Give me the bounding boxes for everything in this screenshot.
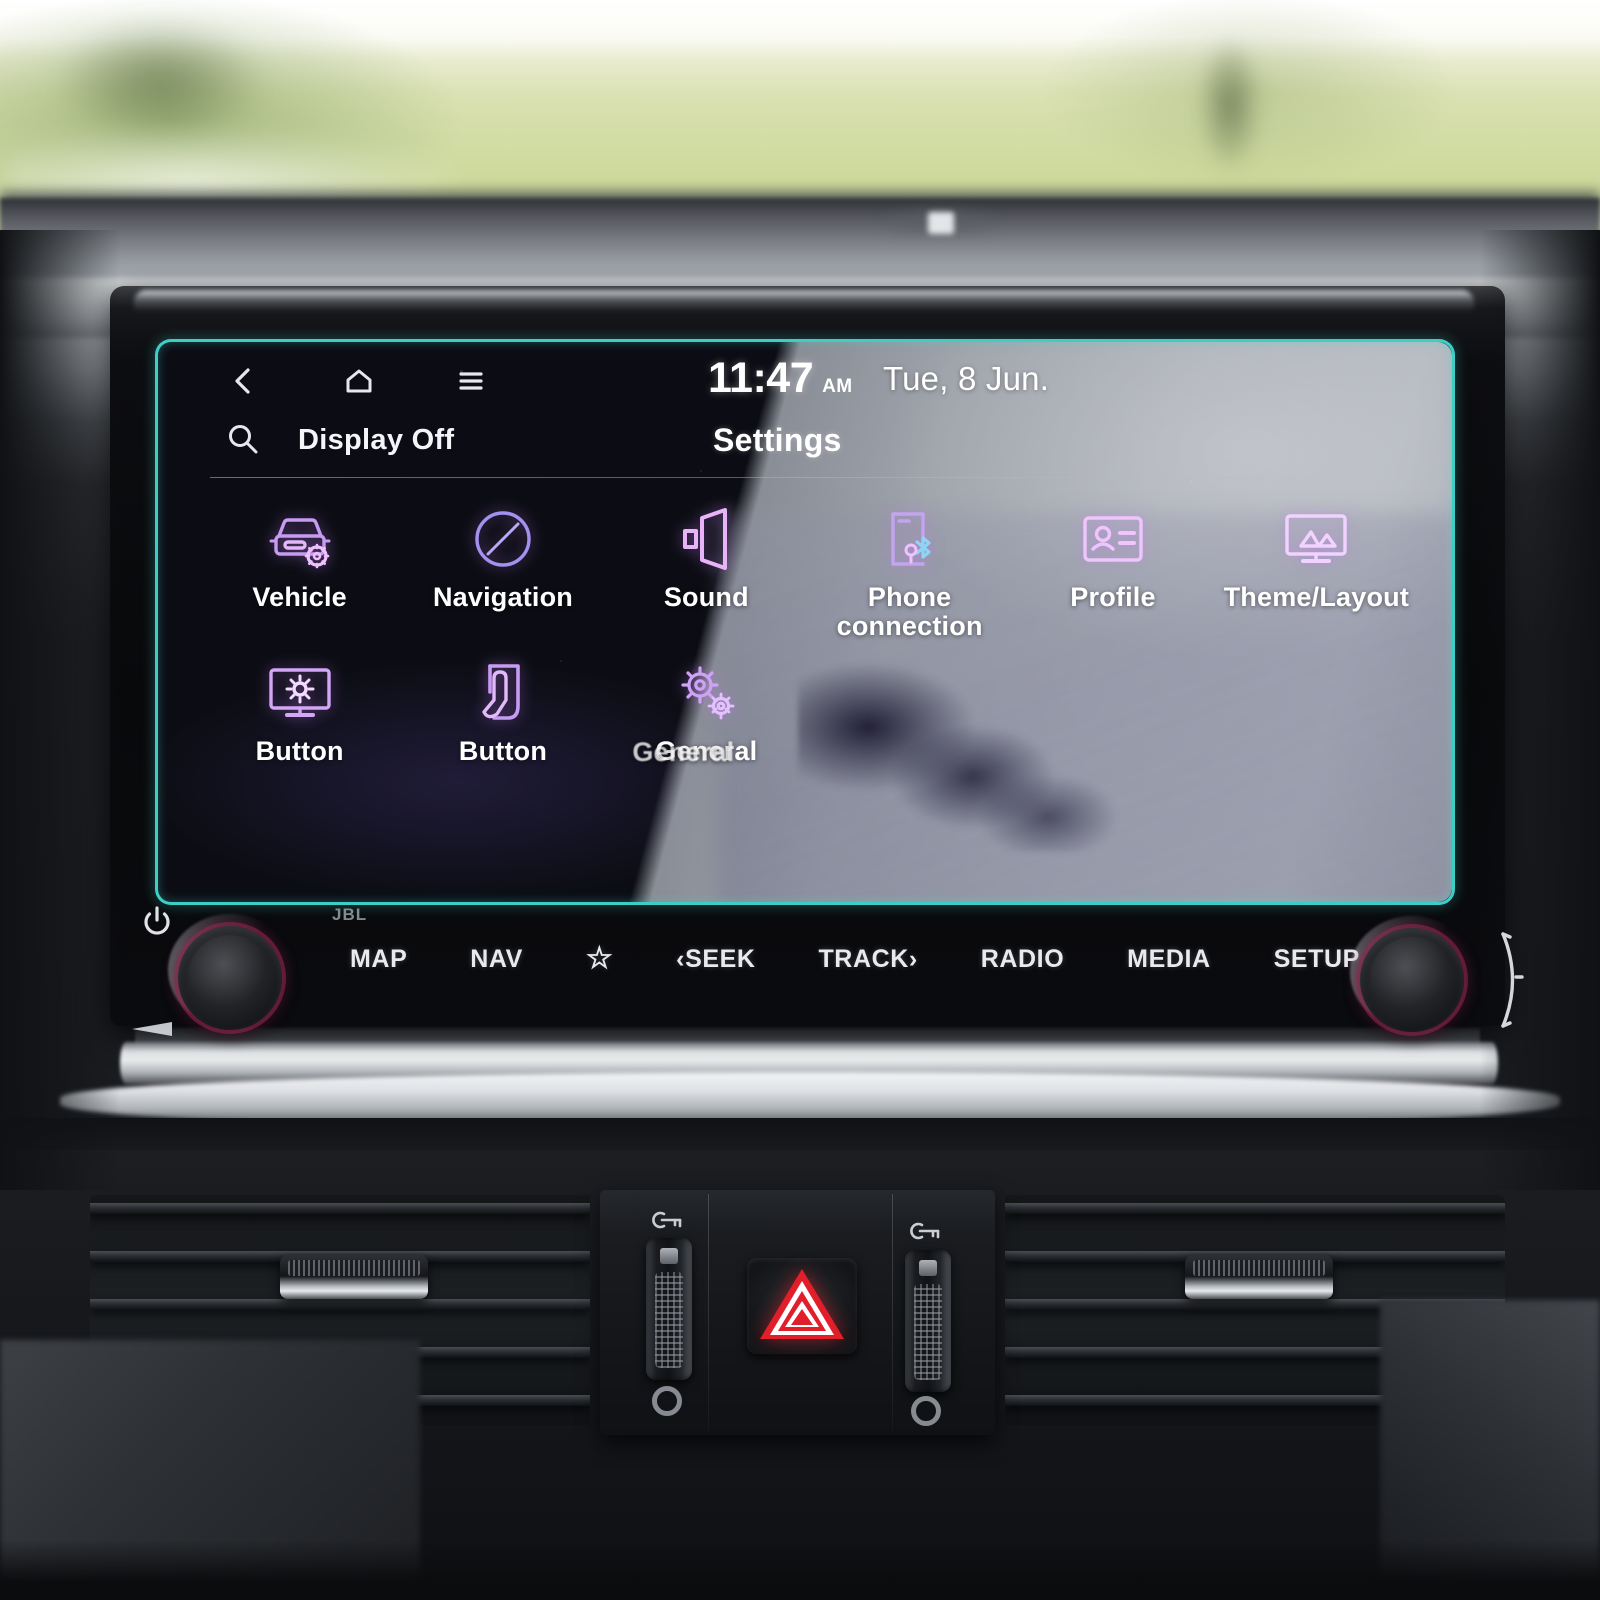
vignette-left: [0, 230, 120, 1190]
sub-bar: Display Off Settings: [158, 408, 1452, 468]
infotainment-screen[interactable]: 11:47 AM Tue, 8 Jun. Display Off Setting…: [158, 342, 1452, 902]
nav-button[interactable]: NAV: [470, 945, 523, 974]
vent-direction-control-left[interactable]: [280, 1255, 428, 1299]
rocker-switch-right[interactable]: [905, 1250, 951, 1392]
clock-ampm: AM: [822, 376, 853, 397]
radio-button[interactable]: RADIO: [981, 945, 1065, 974]
setup-button[interactable]: SETUP: [1274, 945, 1360, 974]
gears-icon: [669, 656, 743, 730]
hazard-triangle-icon: [756, 1263, 848, 1350]
status-bar: 11:47 AM Tue, 8 Jun.: [158, 342, 1452, 410]
speaker-icon: [669, 502, 743, 576]
settings-tile-button-touch[interactable]: Button: [401, 644, 604, 766]
panel-seam: [708, 1194, 709, 1431]
tree-blur-left: [55, 22, 265, 142]
vent-slat: [90, 1299, 590, 1310]
volume-knob[interactable]: [178, 926, 282, 1030]
display-off-button[interactable]: Display Off: [298, 424, 454, 457]
power-icon[interactable]: [142, 905, 172, 937]
track-button[interactable]: TRACK›: [818, 945, 917, 974]
header-divider: [210, 477, 1400, 478]
vent-direction-control-right[interactable]: [1185, 1255, 1333, 1299]
vignette-right: [1480, 230, 1600, 1190]
jbl-brand-label: JBL: [332, 905, 368, 924]
media-button[interactable]: MEDIA: [1127, 945, 1211, 974]
settings-tile-phone-connection[interactable]: Phone connection: [808, 490, 1011, 640]
map-button[interactable]: MAP: [350, 945, 407, 974]
clock: 11:47 AM: [708, 354, 852, 403]
settings-tile-vehicle[interactable]: Vehicle: [198, 490, 401, 640]
rocker-switch-left[interactable]: [646, 1238, 692, 1380]
home-icon[interactable]: [344, 368, 374, 394]
car-dashboard-scene: 11:47 AM Tue, 8 Jun. Display Off Setting…: [0, 0, 1600, 1600]
unlock-ring-icon: [652, 1386, 682, 1416]
settings-tile-label: Theme/Layout: [1223, 582, 1410, 612]
settings-tile-navigation[interactable]: Navigation: [401, 490, 604, 640]
vent-slat: [90, 1203, 590, 1214]
tree-blur-right: [1200, 40, 1260, 170]
search-icon[interactable]: [226, 422, 260, 456]
compass-icon: [466, 502, 540, 576]
settings-tile-label: Vehicle: [252, 582, 347, 612]
volume-indicator-wedge: [132, 1022, 172, 1036]
door-lock-icon: [908, 1217, 942, 1245]
tune-knob[interactable]: [1360, 928, 1464, 1032]
settings-tile-label: Button: [458, 736, 548, 767]
settings-tile-profile[interactable]: Profile: [1011, 490, 1214, 640]
chevron-left-icon[interactable]: [230, 366, 256, 396]
touch-hand-icon: [466, 656, 540, 730]
head-unit-control-row: JBL MAP NAV ☆ ‹SEEK TRACK› RADIO MEDIA S…: [110, 900, 1524, 1036]
hazard-light-button[interactable]: [747, 1258, 857, 1354]
seek-button[interactable]: ‹SEEK: [676, 945, 755, 974]
settings-tile-sound[interactable]: Sound: [605, 490, 808, 640]
hamburger-menu-icon[interactable]: [458, 370, 484, 392]
settings-grid: Vehicle Navigation Sound Phone connectio…: [198, 490, 1418, 766]
star-icon[interactable]: ☆: [586, 944, 614, 974]
clock-time: 11:47: [708, 354, 814, 402]
settings-tile-label: Phone connection: [836, 582, 983, 641]
vent-slat: [1005, 1203, 1505, 1214]
panel-seam: [892, 1194, 893, 1431]
tune-arc-indicator: [1494, 928, 1528, 1032]
display-brightness-icon: [263, 656, 337, 730]
dust-speck: [700, 470, 702, 472]
settings-tile-general[interactable]: General: [605, 644, 808, 766]
settings-tile-label: Navigation: [432, 582, 573, 612]
car-settings-icon: [263, 502, 337, 576]
unlock-ring-icon: [911, 1396, 941, 1426]
page-title: Settings: [713, 422, 842, 458]
door-lock-icon: [650, 1206, 684, 1234]
settings-tile-label: General: [655, 737, 757, 766]
hazard-panel: [600, 1190, 995, 1435]
bezel-gloss: [134, 290, 1474, 312]
settings-tile-label: Sound: [663, 582, 749, 612]
vignette-bottom: [0, 1540, 1600, 1600]
dashboard-sensor: [928, 212, 954, 234]
dust-speck: [1190, 480, 1193, 483]
id-card-icon: [1076, 502, 1150, 576]
monitor-image-icon: [1279, 502, 1353, 576]
date-label: Tue, 8 Jun.: [883, 360, 1050, 397]
settings-tile-button-display[interactable]: Button: [198, 644, 401, 766]
settings-tile-label: Profile: [1070, 582, 1156, 612]
settings-tile-theme-layout[interactable]: Theme/Layout: [1215, 490, 1418, 640]
settings-tile-label: Button: [255, 736, 344, 767]
hard-button-row: MAP NAV ☆ ‹SEEK TRACK› RADIO MEDIA SETUP: [350, 944, 1360, 974]
phone-bluetooth-icon: [873, 502, 947, 576]
